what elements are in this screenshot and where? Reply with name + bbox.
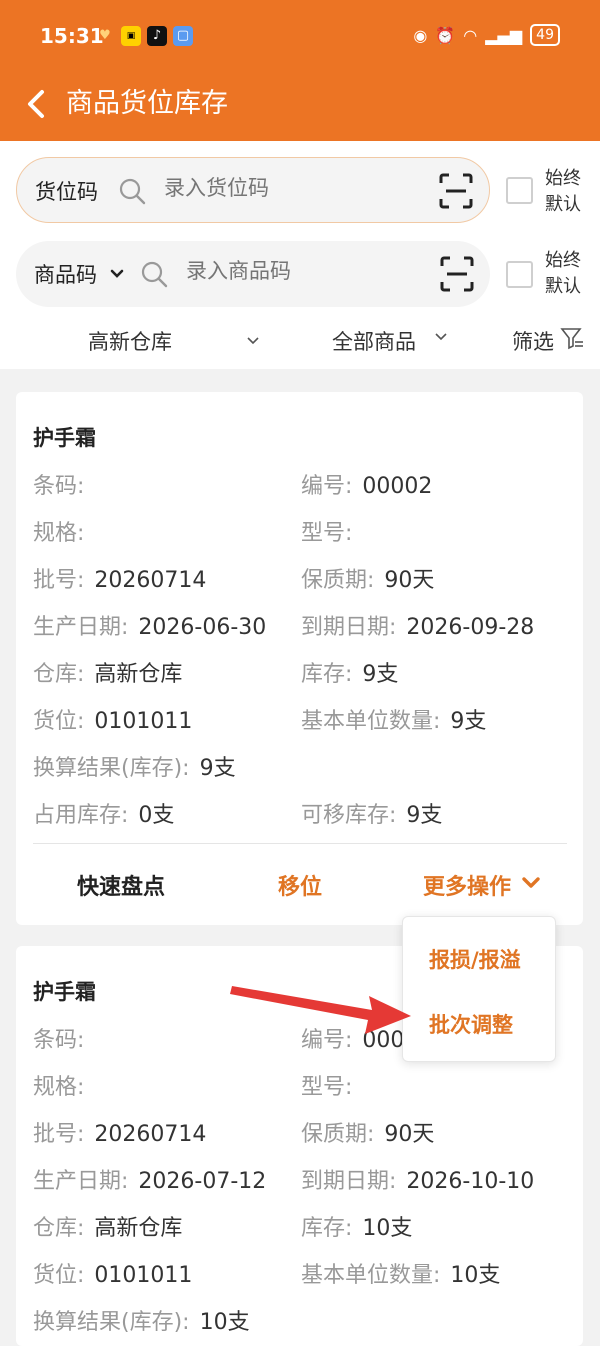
- menu-item-loss-overflow[interactable]: 报损/报溢: [429, 944, 521, 974]
- field-production-date: 生产日期: 2026-07-12: [33, 1169, 267, 1194]
- field-shelf-life: 保质期: 90天: [301, 568, 435, 593]
- quick-count-button[interactable]: 快速盘点: [77, 869, 165, 901]
- field-batch: 批号: 20260714: [33, 568, 207, 593]
- scan-icon[interactable]: [439, 173, 473, 209]
- filter-bar: 高新仓库 全部商品 筛选: [0, 322, 600, 358]
- move-button[interactable]: 移位: [278, 869, 322, 901]
- wifi-icon: ◠: [463, 25, 478, 45]
- signal-icon: ▂▄▆: [485, 25, 523, 45]
- status-bar: 15:31 ♥ ▣ ♪ ▢ ◉ ⏰ ◠ ▂▄▆ 49: [0, 0, 600, 74]
- field-base-unit-qty: 基本单位数量: 9支: [301, 709, 487, 734]
- field-stock: 库存: 9支: [301, 662, 399, 687]
- location-code-input[interactable]: [162, 176, 406, 202]
- field-barcode: 条码:: [33, 1028, 85, 1053]
- field-code: 编号: 00002: [301, 474, 433, 499]
- field-batch: 批号: 20260714: [33, 1122, 207, 1147]
- warehouse-filter[interactable]: 高新仓库: [88, 326, 172, 356]
- scan-icon[interactable]: [440, 256, 474, 292]
- chevron-down-icon[interactable]: [434, 332, 448, 342]
- product-code-input[interactable]: [184, 259, 418, 285]
- field-shelf-life: 保质期: 90天: [301, 1122, 435, 1147]
- field-occupied-stock: 占用库存: 0支: [33, 803, 175, 828]
- status-right: ◉ ⏰ ◠ ▂▄▆ 49: [413, 24, 560, 46]
- always-default-checkbox-2[interactable]: [506, 261, 533, 288]
- field-spec: 规格:: [33, 521, 85, 546]
- inventory-card: 护手霜 条码: 编号: 00002 规格: 型号: 批号: 20260714 保质期…: [16, 392, 583, 925]
- battery-icon: 49: [530, 24, 560, 46]
- field-production-date: 生产日期: 2026-06-30: [33, 615, 267, 640]
- location-code-search[interactable]: 货位码: [16, 157, 490, 223]
- field-model: 型号:: [301, 521, 353, 546]
- chevron-down-icon[interactable]: [110, 269, 124, 279]
- field-warehouse: 仓库: 高新仓库: [33, 1216, 183, 1241]
- field-model: 型号:: [301, 1075, 353, 1100]
- funnel-icon[interactable]: [560, 326, 584, 350]
- field-code: 编号: 000: [301, 1028, 405, 1053]
- field-spec: 规格:: [33, 1075, 85, 1100]
- field-conversion-result: 换算结果(库存): 10支: [33, 1310, 250, 1335]
- field-expiry-date: 到期日期: 2026-10-10: [301, 1169, 535, 1194]
- product-name: 护手霜: [33, 980, 96, 1004]
- field-location: 货位: 0101011: [33, 709, 193, 734]
- notification-icons: ♥ ▣ ♪ ▢: [95, 26, 193, 46]
- field-location: 货位: 0101011: [33, 1263, 193, 1288]
- more-actions-button[interactable]: 更多操作: [423, 869, 511, 901]
- search-icon: [141, 261, 168, 288]
- always-default-label-2: 始终默认: [545, 250, 581, 297]
- always-default-checkbox-1[interactable]: [506, 177, 533, 204]
- search-icon: [119, 178, 146, 205]
- alarm-icon: ⏰: [435, 25, 456, 45]
- field-expiry-date: 到期日期: 2026-09-28: [301, 615, 535, 640]
- more-actions-menu: 报损/报溢 批次调整: [402, 916, 556, 1062]
- heart-icon: ♥: [99, 28, 111, 43]
- tiktok-app-icon: ♪: [147, 26, 167, 46]
- product-code-label[interactable]: 商品码: [34, 259, 97, 289]
- field-stock: 库存: 10支: [301, 1216, 413, 1241]
- product-name: 护手霜: [33, 426, 96, 450]
- chevron-down-icon[interactable]: [521, 876, 541, 890]
- page-title: 商品货位库存: [66, 88, 228, 119]
- location-code-label: 货位码: [35, 180, 98, 204]
- menu-item-batch-adjust[interactable]: 批次调整: [429, 1009, 513, 1039]
- chevron-down-icon[interactable]: [246, 336, 260, 346]
- meituan-app-icon: ▣: [121, 26, 141, 46]
- product-code-search[interactable]: 商品码: [16, 241, 490, 307]
- goods-filter[interactable]: 全部商品: [332, 326, 416, 356]
- app-notification-icon: ▢: [173, 26, 193, 46]
- filter-button[interactable]: 筛选: [512, 326, 554, 356]
- field-movable-stock: 可移库存: 9支: [301, 803, 443, 828]
- field-barcode: 条码:: [33, 474, 85, 499]
- field-base-unit-qty: 基本单位数量: 10支: [301, 1263, 501, 1288]
- field-conversion-result: 换算结果(库存): 9支: [33, 756, 236, 781]
- divider: [33, 843, 567, 844]
- eye-icon: ◉: [413, 25, 428, 45]
- field-warehouse: 仓库: 高新仓库: [33, 662, 183, 687]
- always-default-label-1: 始终默认: [545, 168, 581, 215]
- title-bar: 商品货位库存: [0, 74, 600, 141]
- back-arrow-icon[interactable]: [22, 86, 52, 122]
